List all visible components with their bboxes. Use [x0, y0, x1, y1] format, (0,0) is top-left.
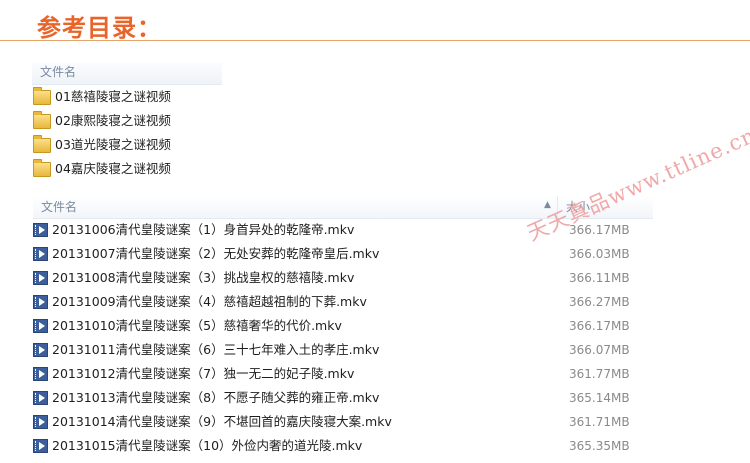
file-name: 20131006清代皇陵谜案（1）身首异处的乾隆帝.mkv [52, 222, 355, 237]
video-file-icon [33, 247, 48, 261]
video-file-icon [33, 319, 48, 333]
file-list-header: 文件名 ▲ 大小 [33, 196, 653, 219]
folder-name-column-header[interactable]: 文件名 [32, 63, 222, 85]
file-size: 366.11MB [569, 271, 630, 285]
file-row[interactable]: 20131011清代皇陵谜案（6）三十七年难入土的孝庄.mkv [33, 339, 379, 361]
file-name: 20131010清代皇陵谜案（5）慈禧奢华的代价.mkv [52, 318, 342, 333]
file-row[interactable]: 20131015清代皇陵谜案（10）外俭内奢的道光陵.mkv [33, 435, 362, 457]
file-row[interactable]: 20131012清代皇陵谜案（7）独一无二的妃子陵.mkv [33, 363, 354, 385]
file-name: 20131008清代皇陵谜案（3）挑战皇权的慈禧陵.mkv [52, 270, 355, 285]
file-row[interactable]: 20131007清代皇陵谜案（2）无处安葬的乾隆帝皇后.mkv [33, 243, 379, 265]
watermark-text: 天天真品www.ttline.cn [523, 123, 750, 246]
file-name: 20131014清代皇陵谜案（9）不堪回首的嘉庆陵寝大案.mkv [52, 414, 392, 429]
folder-name: 04嘉庆陵寝之谜视频 [55, 161, 171, 176]
file-size: 366.07MB [569, 343, 630, 357]
title-divider [0, 40, 750, 41]
file-name: 20131012清代皇陵谜案（7）独一无二的妃子陵.mkv [52, 366, 355, 381]
file-name: 20131011清代皇陵谜案（6）三十七年难入土的孝庄.mkv [52, 342, 380, 357]
sort-ascending-icon[interactable]: ▲ [544, 200, 551, 210]
folder-name: 03道光陵寝之谜视频 [55, 137, 171, 152]
video-file-icon [33, 367, 48, 381]
video-file-icon [33, 415, 48, 429]
file-size: 361.71MB [569, 415, 630, 429]
folder-icon [33, 86, 51, 105]
file-size: 365.35MB [569, 439, 630, 453]
video-file-icon [33, 391, 48, 405]
folder-icon [33, 110, 51, 129]
folder-icon [33, 134, 51, 153]
file-row[interactable]: 20131006清代皇陵谜案（1）身首异处的乾隆帝.mkv [33, 219, 354, 241]
file-size-column-header[interactable]: 大小 [566, 198, 590, 215]
folder-name: 02康熙陵寝之谜视频 [55, 113, 171, 128]
file-size: 366.03MB [569, 247, 630, 261]
file-size: 365.14MB [569, 391, 630, 405]
video-file-icon [33, 271, 48, 285]
file-name: 20131013清代皇陵谜案（8）不愿子随父葬的雍正帝.mkv [52, 390, 380, 405]
file-name-column-header[interactable]: 文件名 [41, 198, 77, 215]
video-file-icon [33, 223, 48, 237]
column-separator[interactable] [557, 196, 558, 218]
folder-icon [33, 158, 51, 177]
folder-name: 01慈禧陵寝之谜视频 [55, 89, 171, 104]
folder-item[interactable]: 01慈禧陵寝之谜视频 [33, 86, 171, 108]
file-size: 366.17MB [569, 223, 630, 237]
folder-item[interactable]: 04嘉庆陵寝之谜视频 [33, 158, 171, 180]
file-row[interactable]: 20131010清代皇陵谜案（5）慈禧奢华的代价.mkv [33, 315, 342, 337]
file-row[interactable]: 20131008清代皇陵谜案（3）挑战皇权的慈禧陵.mkv [33, 267, 354, 289]
file-name: 20131009清代皇陵谜案（4）慈禧超越祖制的下葬.mkv [52, 294, 367, 309]
file-size: 366.17MB [569, 319, 630, 333]
page-title: 参考目录： [37, 13, 162, 42]
file-row[interactable]: 20131009清代皇陵谜案（4）慈禧超越祖制的下葬.mkv [33, 291, 367, 313]
file-name: 20131015清代皇陵谜案（10）外俭内奢的道光陵.mkv [52, 438, 363, 453]
file-row[interactable]: 20131013清代皇陵谜案（8）不愿子随父葬的雍正帝.mkv [33, 387, 379, 409]
video-file-icon [33, 439, 48, 453]
video-file-icon [33, 343, 48, 357]
file-name: 20131007清代皇陵谜案（2）无处安葬的乾隆帝皇后.mkv [52, 246, 380, 261]
file-size: 366.27MB [569, 295, 630, 309]
file-row[interactable]: 20131014清代皇陵谜案（9）不堪回首的嘉庆陵寝大案.mkv [33, 411, 392, 433]
folder-item[interactable]: 02康熙陵寝之谜视频 [33, 110, 171, 132]
file-size: 361.77MB [569, 367, 630, 381]
video-file-icon [33, 295, 48, 309]
folder-item[interactable]: 03道光陵寝之谜视频 [33, 134, 171, 156]
